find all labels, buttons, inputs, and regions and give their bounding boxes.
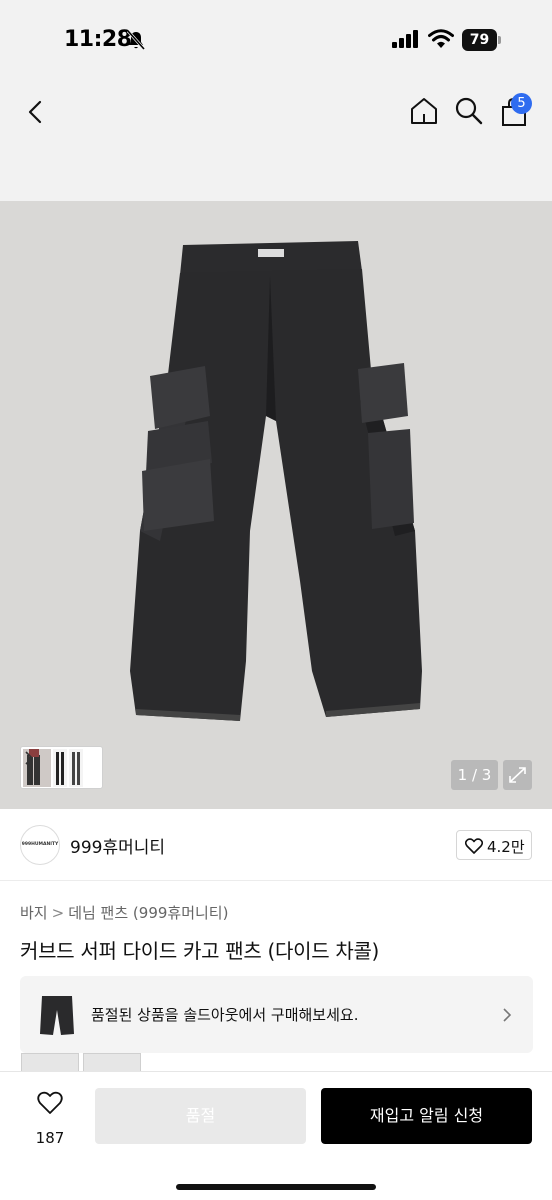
like-count: 187 <box>35 1129 65 1147</box>
battery-icon: 79 <box>462 29 502 51</box>
heart-icon <box>465 838 483 854</box>
home-icon[interactable] <box>408 95 440 127</box>
brand-like-button[interactable]: 4.2만 <box>456 830 532 860</box>
breadcrumb-item-category[interactable]: 바지 <box>20 902 48 923</box>
brand-name[interactable]: 999휴머니티 <box>70 833 165 858</box>
detail-thumbnail <box>83 1053 141 1071</box>
top-nav <box>0 80 552 201</box>
back-chevron-icon[interactable] <box>20 96 52 128</box>
bottom-action-bar: 187 품절 재입고 알림 신청 <box>0 1071 552 1200</box>
home-indicator <box>176 1184 376 1190</box>
brand-row[interactable]: 999HUMANITY 999휴머니티 4.2만 <box>0 809 552 881</box>
detail-thumbnails-peek <box>21 1053 143 1071</box>
like-button[interactable]: 187 <box>30 1089 70 1149</box>
bell-slash-icon <box>127 30 145 50</box>
chevron-right-icon <box>503 1008 512 1022</box>
soldout-banner-text: 품절된 상품을 솔드아웃에서 구매해보세요. <box>91 1006 359 1024</box>
heart-icon <box>37 1091 63 1114</box>
soldout-product-thumbnail <box>34 990 80 1040</box>
product-image-gallery[interactable]: 1 / 3 <box>0 201 552 809</box>
brand-logo[interactable]: 999HUMANITY <box>20 825 60 865</box>
soldout-button[interactable]: 품절 <box>95 1088 306 1144</box>
thumbnail-strip[interactable] <box>20 746 103 789</box>
product-title: 커브드 서퍼 다이드 카고 팬츠 (다이드 차콜) <box>20 939 380 963</box>
restock-notify-button[interactable]: 재입고 알림 신청 <box>321 1088 532 1144</box>
detail-thumbnail <box>21 1053 79 1071</box>
breadcrumb: 바지 > 데님 팬츠 (999휴머니티) <box>20 902 228 923</box>
soldout-banner[interactable]: 품절된 상품을 솔드아웃에서 구매해보세요. <box>20 976 533 1053</box>
brand-like-count: 4.2만 <box>487 838 525 856</box>
wifi-icon <box>428 29 454 48</box>
chevron-right-icon[interactable] <box>23 749 35 767</box>
expand-icon <box>509 767 526 783</box>
expand-button[interactable] <box>503 760 532 790</box>
battery-level: 79 <box>462 29 497 51</box>
breadcrumb-item-subcategory[interactable]: 데님 팬츠 (999휴머니티) <box>68 902 228 923</box>
status-time: 11:28 <box>64 27 132 52</box>
status-bar: 11:28 79 <box>0 0 552 80</box>
image-page-indicator: 1 / 3 <box>451 760 498 790</box>
cart-count-badge: 5 <box>511 93 532 114</box>
product-photo-cargo-pants <box>0 201 552 753</box>
search-icon[interactable] <box>453 95 485 127</box>
cellular-signal-icon <box>392 30 418 48</box>
breadcrumb-separator: > <box>51 904 65 922</box>
